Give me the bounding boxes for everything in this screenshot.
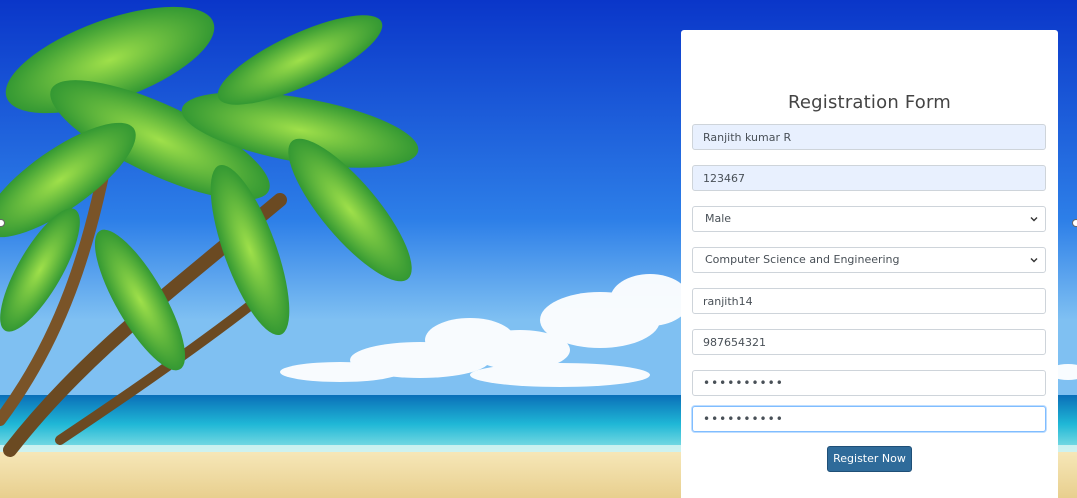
department-select[interactable]: Computer Science and Engineering	[692, 247, 1046, 273]
gender-select-value: Male	[705, 212, 732, 225]
register-now-button[interactable]: Register Now	[827, 446, 912, 472]
password-input[interactable]	[692, 370, 1046, 396]
full-name-input[interactable]	[692, 124, 1046, 150]
username-input[interactable]	[692, 288, 1046, 314]
department-select-value: Computer Science and Engineering	[705, 253, 900, 266]
chevron-down-icon	[1030, 258, 1038, 263]
registration-form-card: Registration Form Male Computer Science …	[681, 30, 1058, 498]
confirm-password-input[interactable]	[692, 406, 1046, 432]
phone-input[interactable]	[692, 329, 1046, 355]
right-edge-handle	[1072, 219, 1077, 227]
student-id-input[interactable]	[692, 165, 1046, 191]
page: Registration Form Male Computer Science …	[0, 0, 1077, 498]
gender-select[interactable]: Male	[692, 206, 1046, 232]
form-title: Registration Form	[787, 92, 951, 113]
chevron-down-icon	[1030, 217, 1038, 222]
